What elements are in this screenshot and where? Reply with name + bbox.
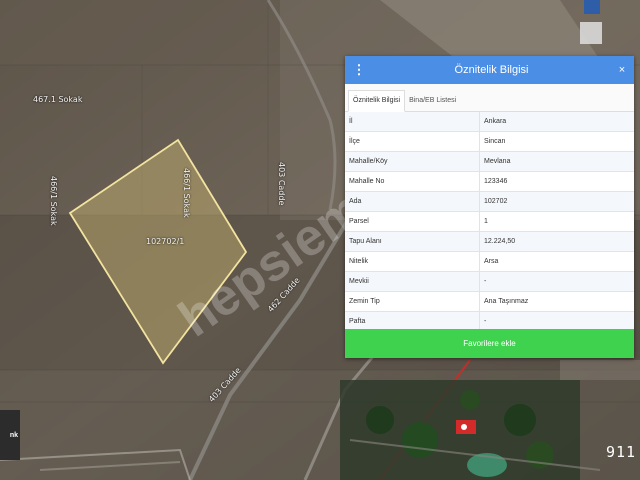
panel-header: ⋮ Öznitelik Bilgisi × bbox=[345, 56, 634, 84]
row-value: - bbox=[479, 271, 634, 292]
row-key: Mevkii bbox=[345, 271, 480, 292]
row-value: 1 bbox=[479, 211, 634, 232]
add-to-favorites-button[interactable]: Favorilere ekle bbox=[345, 329, 634, 358]
row-key: Zemin Tip bbox=[345, 291, 480, 312]
parcel-label: 102702/1 bbox=[146, 237, 185, 246]
row-value: 102702 bbox=[479, 191, 634, 212]
panel-title: Öznitelik Bilgisi bbox=[454, 64, 529, 76]
row-key: İlçe bbox=[345, 131, 480, 152]
street-label-466-1-left: 466/1 Sokak bbox=[49, 176, 58, 226]
tab-attribute-info[interactable]: Öznitelik Bilgisi bbox=[348, 90, 406, 112]
row-key: Tapu Alanı bbox=[345, 231, 480, 252]
table-row: İl Ankara bbox=[345, 112, 634, 132]
panel-tabs: Öznitelik Bilgisi Bina/EB Listesi bbox=[345, 84, 634, 112]
table-row: Ada 102702 bbox=[345, 191, 634, 212]
row-value: 12.224,50 bbox=[479, 231, 634, 252]
row-key: İl bbox=[345, 112, 480, 132]
row-value: Sincan bbox=[479, 131, 634, 152]
row-key: Ada bbox=[345, 191, 480, 212]
table-row: İlçe Sincan bbox=[345, 131, 634, 152]
table-row: Tapu Alanı 12.224,50 bbox=[345, 231, 634, 252]
row-key: Mahalle No bbox=[345, 171, 480, 192]
street-label-403-cadde-top: 403 Cadde bbox=[277, 162, 286, 206]
row-value: Mevlana bbox=[479, 151, 634, 172]
table-row: Zemin Tip Ana Taşınmaz bbox=[345, 291, 634, 312]
row-value: 123346 bbox=[479, 171, 634, 192]
table-row: Mevkii - bbox=[345, 271, 634, 292]
table-row: Mahalle No 123346 bbox=[345, 171, 634, 192]
table-row: Parsel 1 bbox=[345, 211, 634, 232]
logo: nk bbox=[0, 410, 20, 460]
tab-building-list[interactable]: Bina/EB Listesi bbox=[405, 91, 460, 111]
menu-icon[interactable]: ⋮ bbox=[345, 62, 373, 78]
attribute-info-panel: ⋮ Öznitelik Bilgisi × Öznitelik Bilgisi … bbox=[345, 56, 634, 358]
street-label-466-1-right: 466/1 Sokak bbox=[182, 168, 191, 218]
attribute-table: İl Ankara İlçe Sincan Mahalle/Köy Mevlana M… bbox=[345, 112, 634, 332]
table-row: Nitelik Arsa bbox=[345, 251, 634, 272]
row-value: Ankara bbox=[479, 112, 634, 132]
row-value: Ana Taşınmaz bbox=[479, 291, 634, 312]
close-icon[interactable]: × bbox=[610, 64, 634, 76]
row-key: Mahalle/Köy bbox=[345, 151, 480, 172]
row-key: Parsel bbox=[345, 211, 480, 232]
row-value: Arsa bbox=[479, 251, 634, 272]
street-label-467-1: 467.1 Sokak bbox=[33, 95, 83, 104]
row-key: Nitelik bbox=[345, 251, 480, 272]
corner-number: 911 bbox=[606, 443, 637, 461]
table-row: Mahalle/Köy Mevlana bbox=[345, 151, 634, 172]
